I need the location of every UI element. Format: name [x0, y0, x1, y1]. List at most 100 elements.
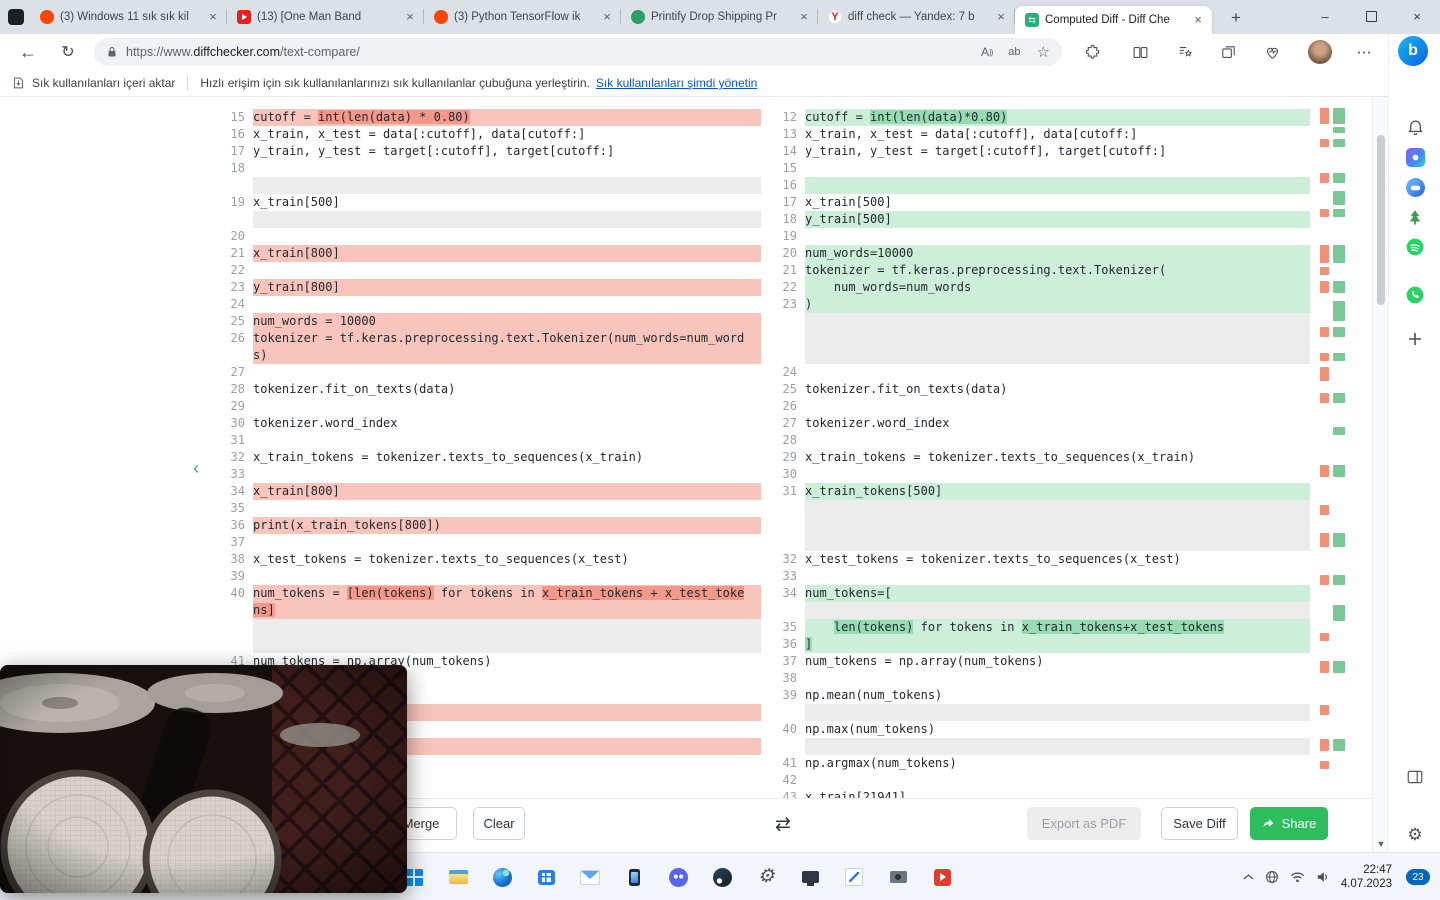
extensions-icon[interactable] [1076, 34, 1108, 70]
line-code [253, 500, 761, 517]
read-aloud-icon[interactable]: A)) [981, 45, 993, 59]
media-app-icon[interactable] [930, 865, 954, 889]
browser-tab[interactable]: (3) Python TensorFlow ik × [424, 0, 621, 34]
line-number [767, 347, 805, 364]
network-globe-icon[interactable] [1265, 870, 1279, 884]
refresh-button[interactable]: ↻ [52, 34, 84, 70]
line-code: x_train[800] [253, 483, 761, 500]
maximize-button[interactable] [1348, 0, 1394, 33]
diff-line: 33 [215, 466, 761, 483]
minimap-mark [1333, 139, 1345, 147]
diff-line: 24 [215, 296, 761, 313]
browser-tab[interactable]: Printify Drop Shipping Pr × [621, 0, 818, 34]
line-code: tokenizer.word_index [805, 415, 1310, 432]
whatsapp-icon[interactable] [1402, 282, 1428, 308]
tab-close-icon[interactable]: × [796, 9, 812, 25]
tab-actions-icon[interactable] [8, 9, 24, 25]
line-number: 32 [782, 552, 797, 566]
favorites-hub-icon[interactable] [1169, 34, 1201, 70]
diff-line: 37 [215, 534, 761, 551]
translate-icon[interactable]: ab [1008, 46, 1020, 58]
close-button[interactable]: × [1394, 0, 1440, 33]
profile-avatar[interactable] [1304, 34, 1336, 70]
browser-tab[interactable]: (3) Windows 11 sık sık kil × [30, 0, 227, 34]
lock-icon [106, 45, 118, 59]
line-number: 16 [230, 127, 245, 141]
diff-line [767, 602, 1310, 619]
manage-favorites-link[interactable]: Sık kullanılanları şimdi yönetin [596, 76, 757, 90]
steam-icon[interactable] [710, 865, 734, 889]
save-diff-button[interactable]: Save Diff [1161, 807, 1238, 840]
swap-sides-icon[interactable]: ⇄ [760, 809, 806, 839]
minimap-mark [1320, 633, 1329, 641]
store-icon[interactable] [534, 865, 558, 889]
clear-button[interactable]: Clear [473, 807, 525, 840]
share-button[interactable]: Share [1250, 807, 1328, 840]
line-number: 27 [782, 416, 797, 430]
settings-gear-icon[interactable]: ⚙ [1402, 822, 1428, 848]
bing-sidebar-icon[interactable]: b [1398, 36, 1428, 66]
panel-icon[interactable] [1402, 764, 1428, 790]
export-pdf-button[interactable]: Export as PDF [1027, 807, 1141, 840]
address-bar[interactable]: https://www. diffchecker.com/text-compare… [94, 38, 1062, 66]
browser-tab[interactable]: diff check — Yandex: 7 b × [818, 0, 1015, 34]
line-code: x_train_tokens = tokenizer.texts_to_sequ… [805, 449, 1310, 466]
minimap-mark [1320, 533, 1329, 547]
more-menu-icon[interactable]: ⋯ [1348, 34, 1380, 70]
add-icon[interactable] [1402, 326, 1428, 352]
settings-icon[interactable] [754, 865, 778, 889]
tab-close-icon[interactable]: × [402, 9, 418, 25]
import-favorites-button[interactable]: Sık kullanılanları içeri aktar [32, 76, 175, 90]
vertical-scrollbar[interactable]: ▼ [1372, 97, 1388, 852]
back-button[interactable]: ← [12, 34, 44, 70]
spotify-icon[interactable] [1402, 234, 1428, 260]
new-tab-button[interactable]: + [1224, 7, 1248, 29]
split-screen-icon[interactable] [1124, 34, 1156, 70]
pip-video[interactable] [0, 665, 407, 893]
monitor-icon[interactable] [798, 865, 822, 889]
explorer-icon[interactable] [446, 865, 470, 889]
browser-tab[interactable]: Computed Diff - Diff Che × [1015, 6, 1212, 34]
discord-icon[interactable] [666, 865, 690, 889]
camera-icon[interactable] [886, 865, 910, 889]
games-icon[interactable] [1402, 174, 1428, 200]
wifi-icon[interactable] [1290, 871, 1305, 883]
line-code: tokenizer = tf.keras.preprocessing.text.… [805, 262, 1310, 279]
tab-close-icon[interactable]: × [599, 9, 615, 25]
line-code: np.max(num_tokens) [805, 721, 1310, 738]
minimap-mark [1320, 139, 1329, 147]
tab-close-icon[interactable]: × [1190, 12, 1206, 28]
collections-icon[interactable] [1212, 34, 1244, 70]
chevron-up-icon[interactable] [1243, 873, 1254, 881]
tree-icon[interactable] [1402, 204, 1428, 230]
notification-count-badge[interactable]: 23 [1406, 869, 1430, 885]
line-number [767, 313, 805, 330]
scrollbar-thumb[interactable] [1377, 135, 1385, 305]
tab-close-icon[interactable]: × [205, 9, 221, 25]
minimap-mark [1320, 465, 1329, 477]
url-scheme: https://www. [126, 45, 194, 59]
designer-icon[interactable] [1402, 144, 1428, 170]
task-manager-icon[interactable] [842, 865, 866, 889]
edge-icon[interactable] [490, 865, 514, 889]
favorite-star-icon[interactable]: ☆ [1037, 43, 1050, 61]
browser-essentials-icon[interactable] [1256, 34, 1288, 70]
minimap-mark [1320, 739, 1329, 751]
diff-minimap[interactable] [1318, 105, 1348, 805]
diff-line: 29 x_train_tokens = tokenizer.texts_to_se… [767, 449, 1310, 466]
minimize-button[interactable]: – [1302, 0, 1348, 33]
line-number: 14 [782, 144, 797, 158]
volume-icon[interactable] [1316, 870, 1330, 884]
taskbar-clock[interactable]: 22:47 4.07.2023 [1341, 863, 1392, 891]
tab-close-icon[interactable]: × [993, 9, 1009, 25]
scroll-down-arrow[interactable]: ▼ [1373, 839, 1389, 849]
diff-line: ns] [215, 602, 761, 619]
collapse-pane-chevron[interactable]: ‹ [193, 459, 199, 477]
phone-link-icon[interactable] [622, 865, 646, 889]
diff-line: 29 [215, 398, 761, 415]
line-number: 36 [782, 637, 797, 651]
browser-tab[interactable]: (13) [One Man Band × [227, 0, 424, 34]
bell-icon[interactable] [1402, 114, 1428, 140]
line-number: 22 [782, 280, 797, 294]
mail-icon[interactable] [578, 865, 602, 889]
